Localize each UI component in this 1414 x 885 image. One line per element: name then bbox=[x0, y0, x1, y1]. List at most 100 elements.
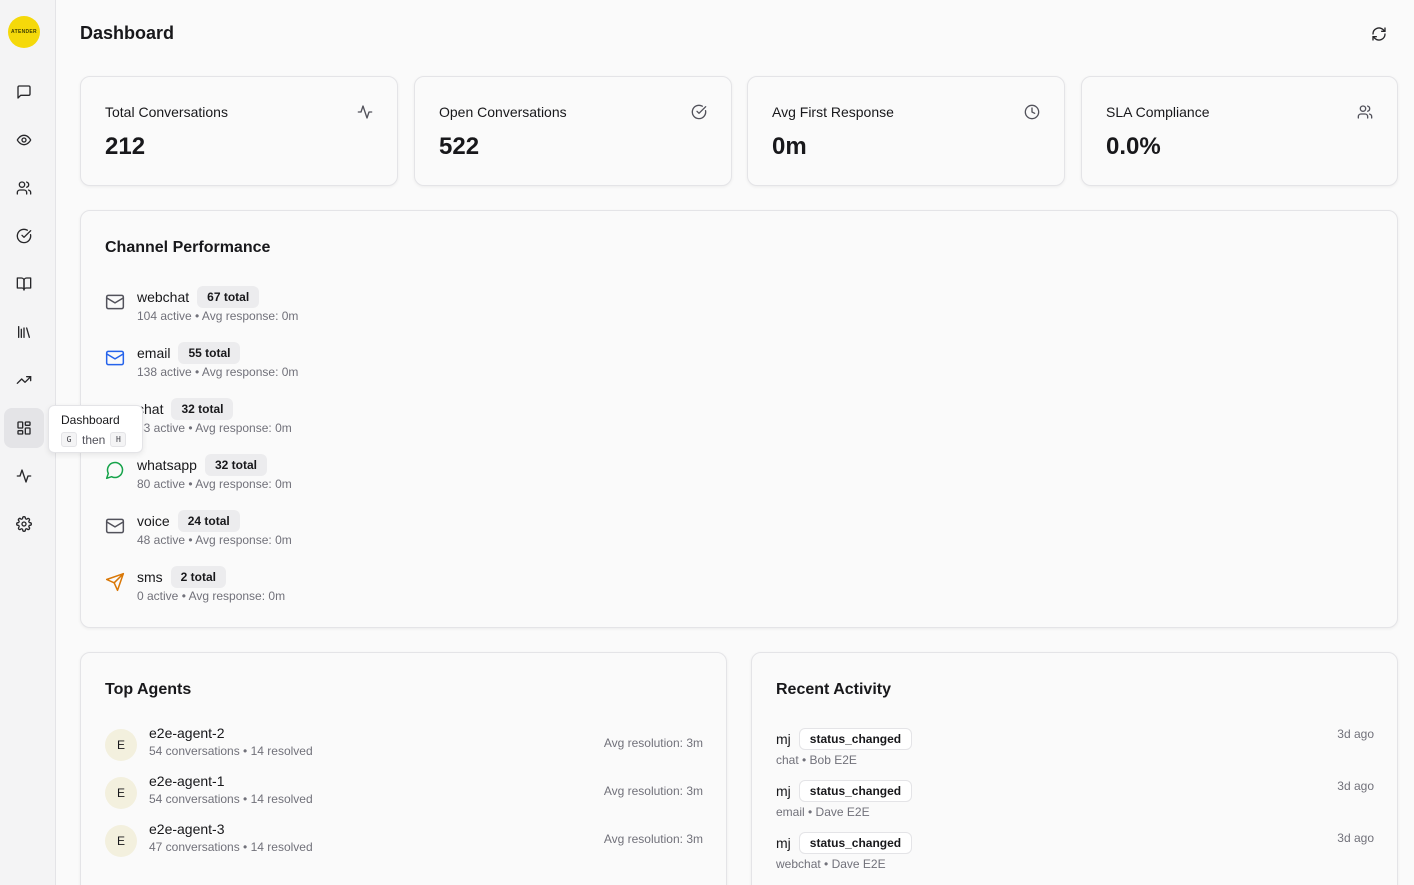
agent-name: e2e-agent-2 bbox=[149, 725, 225, 741]
stat-value: 0.0% bbox=[1106, 133, 1161, 160]
mail-icon bbox=[105, 518, 125, 534]
channel-performance-card: Channel Performance webchat 67 total 104 … bbox=[80, 210, 1398, 628]
sidebar-item-reports[interactable] bbox=[4, 360, 44, 400]
channel-stats: 33 active • Avg response: 0m bbox=[137, 421, 292, 435]
message-circle-icon bbox=[105, 461, 124, 480]
stat-card-sla-compliance: SLA Compliance 0.0% bbox=[1081, 76, 1398, 186]
activity-user: mj bbox=[776, 731, 791, 747]
activity-user: mj bbox=[776, 835, 791, 851]
channel-total-badge: 32 total bbox=[171, 398, 234, 420]
stat-card-open-conversations: Open Conversations 522 bbox=[414, 76, 732, 186]
sidebar-item-monitor[interactable] bbox=[4, 120, 44, 160]
book-open-icon bbox=[16, 277, 32, 291]
app-logo[interactable]: ATENDER bbox=[8, 16, 40, 48]
layout-dashboard-icon bbox=[17, 421, 31, 435]
activity-action-badge: status_changed bbox=[798, 780, 913, 802]
send-icon bbox=[105, 572, 125, 592]
stat-value: 522 bbox=[439, 133, 480, 160]
tooltip-shortcut: G then H bbox=[61, 432, 130, 447]
clock-icon bbox=[1024, 104, 1040, 120]
stat-label: Total Conversations bbox=[105, 104, 228, 120]
activity-row[interactable]: mj status_changed email • Dave E2E 3d ago bbox=[776, 777, 1374, 821]
gear-icon bbox=[16, 516, 32, 532]
refresh-icon bbox=[1372, 27, 1386, 41]
agent-row[interactable]: E e2e-agent-3 47 conversations • 14 reso… bbox=[105, 821, 703, 861]
activity-time: 3d ago bbox=[1337, 779, 1374, 793]
agent-stats: 47 conversations • 14 resolved bbox=[149, 840, 313, 854]
activity-user: mj bbox=[776, 783, 791, 799]
activity-row[interactable]: mj status_changed webchat • Dave E2E 3d a… bbox=[776, 829, 1374, 873]
tooltip-title: Dashboard bbox=[61, 413, 120, 427]
stat-label: Avg First Response bbox=[772, 104, 894, 120]
activity-icon bbox=[357, 105, 373, 119]
trending-up-icon bbox=[16, 376, 32, 384]
channel-stats: 138 active • Avg response: 0m bbox=[137, 365, 299, 379]
top-agents-card: Top Agents E e2e-agent-2 54 conversation… bbox=[80, 652, 727, 885]
agent-avg-resolution: Avg resolution: 3m bbox=[603, 784, 703, 798]
sidebar-item-library[interactable] bbox=[4, 312, 44, 352]
activity-row[interactable]: mj status_changed chat • Bob E2E 3d ago bbox=[776, 725, 1374, 769]
sidebar-item-knowledge-base[interactable] bbox=[4, 264, 44, 304]
agent-avg-resolution: Avg resolution: 3m bbox=[603, 736, 703, 750]
channel-total-badge: 24 total bbox=[177, 510, 240, 532]
channel-stats: 104 active • Avg response: 0m bbox=[137, 309, 299, 323]
agent-avg-resolution: Avg resolution: 3m bbox=[603, 832, 703, 846]
users-icon bbox=[16, 181, 32, 195]
activity-action-badge: status_changed bbox=[798, 832, 913, 854]
agent-stats: 54 conversations • 14 resolved bbox=[149, 792, 313, 806]
sidebar-item-dashboard[interactable] bbox=[4, 408, 44, 448]
activity-details: chat • Bob E2E bbox=[776, 753, 857, 767]
channel-stats: 0 active • Avg response: 0m bbox=[137, 589, 286, 603]
message-square-icon bbox=[17, 85, 31, 99]
avatar: E bbox=[105, 729, 137, 761]
section-title: Top Agents bbox=[105, 681, 192, 698]
stat-value: 212 bbox=[105, 133, 146, 160]
channel-name: webchat bbox=[137, 289, 190, 305]
channel-name: email bbox=[137, 345, 171, 361]
stat-label: SLA Compliance bbox=[1106, 104, 1210, 120]
users-icon bbox=[1357, 105, 1373, 119]
mail-icon bbox=[105, 294, 125, 310]
dashboard-tooltip: Dashboard G then H bbox=[48, 405, 143, 453]
sidebar-item-tasks[interactable] bbox=[4, 216, 44, 256]
stat-card-avg-first-response: Avg First Response 0m bbox=[747, 76, 1065, 186]
stat-card-total-conversations: Total Conversations 212 bbox=[80, 76, 398, 186]
shortcut-key-h: H bbox=[110, 432, 127, 447]
channel-total-badge: 67 total bbox=[197, 286, 260, 308]
sidebar-item-activity[interactable] bbox=[4, 456, 44, 496]
activity-time: 3d ago bbox=[1337, 831, 1374, 845]
avatar: E bbox=[105, 777, 137, 809]
section-title: Recent Activity bbox=[776, 681, 891, 698]
eye-icon bbox=[16, 134, 32, 146]
activity-details: webchat • Dave E2E bbox=[776, 857, 886, 871]
logo-text: ATENDER bbox=[11, 29, 37, 35]
shortcut-then: then bbox=[82, 432, 106, 447]
activity-icon bbox=[16, 469, 32, 483]
stat-label: Open Conversations bbox=[439, 104, 567, 120]
channel-name: whatsapp bbox=[137, 457, 197, 473]
activity-time: 3d ago bbox=[1337, 727, 1374, 741]
section-title: Channel Performance bbox=[105, 239, 271, 256]
sidebar-item-contacts[interactable] bbox=[4, 168, 44, 208]
sidebar-item-settings[interactable] bbox=[4, 504, 44, 544]
channel-total-badge: 2 total bbox=[170, 566, 227, 588]
activity-action-badge: status_changed bbox=[798, 728, 913, 750]
mail-icon bbox=[105, 350, 125, 366]
channel-name: sms bbox=[137, 569, 163, 585]
agent-row[interactable]: E e2e-agent-2 54 conversations • 14 reso… bbox=[105, 725, 703, 765]
stat-value: 0m bbox=[772, 133, 807, 160]
agent-stats: 54 conversations • 14 resolved bbox=[149, 744, 313, 758]
page-title: Dashboard bbox=[80, 23, 175, 43]
channel-name: voice bbox=[137, 513, 170, 529]
library-icon bbox=[18, 326, 30, 338]
refresh-button[interactable] bbox=[1369, 24, 1389, 44]
agent-row[interactable]: E e2e-agent-1 54 conversations • 14 reso… bbox=[105, 773, 703, 813]
recent-activity-card: Recent Activity mj status_changed chat • … bbox=[751, 652, 1398, 885]
avatar: E bbox=[105, 825, 137, 857]
channel-total-badge: 55 total bbox=[178, 342, 241, 364]
agent-name: e2e-agent-3 bbox=[149, 821, 225, 837]
channel-total-badge: 32 total bbox=[204, 454, 267, 476]
check-circle-icon bbox=[16, 228, 32, 244]
check-circle-icon bbox=[691, 104, 707, 120]
sidebar-item-conversations[interactable] bbox=[4, 72, 44, 112]
